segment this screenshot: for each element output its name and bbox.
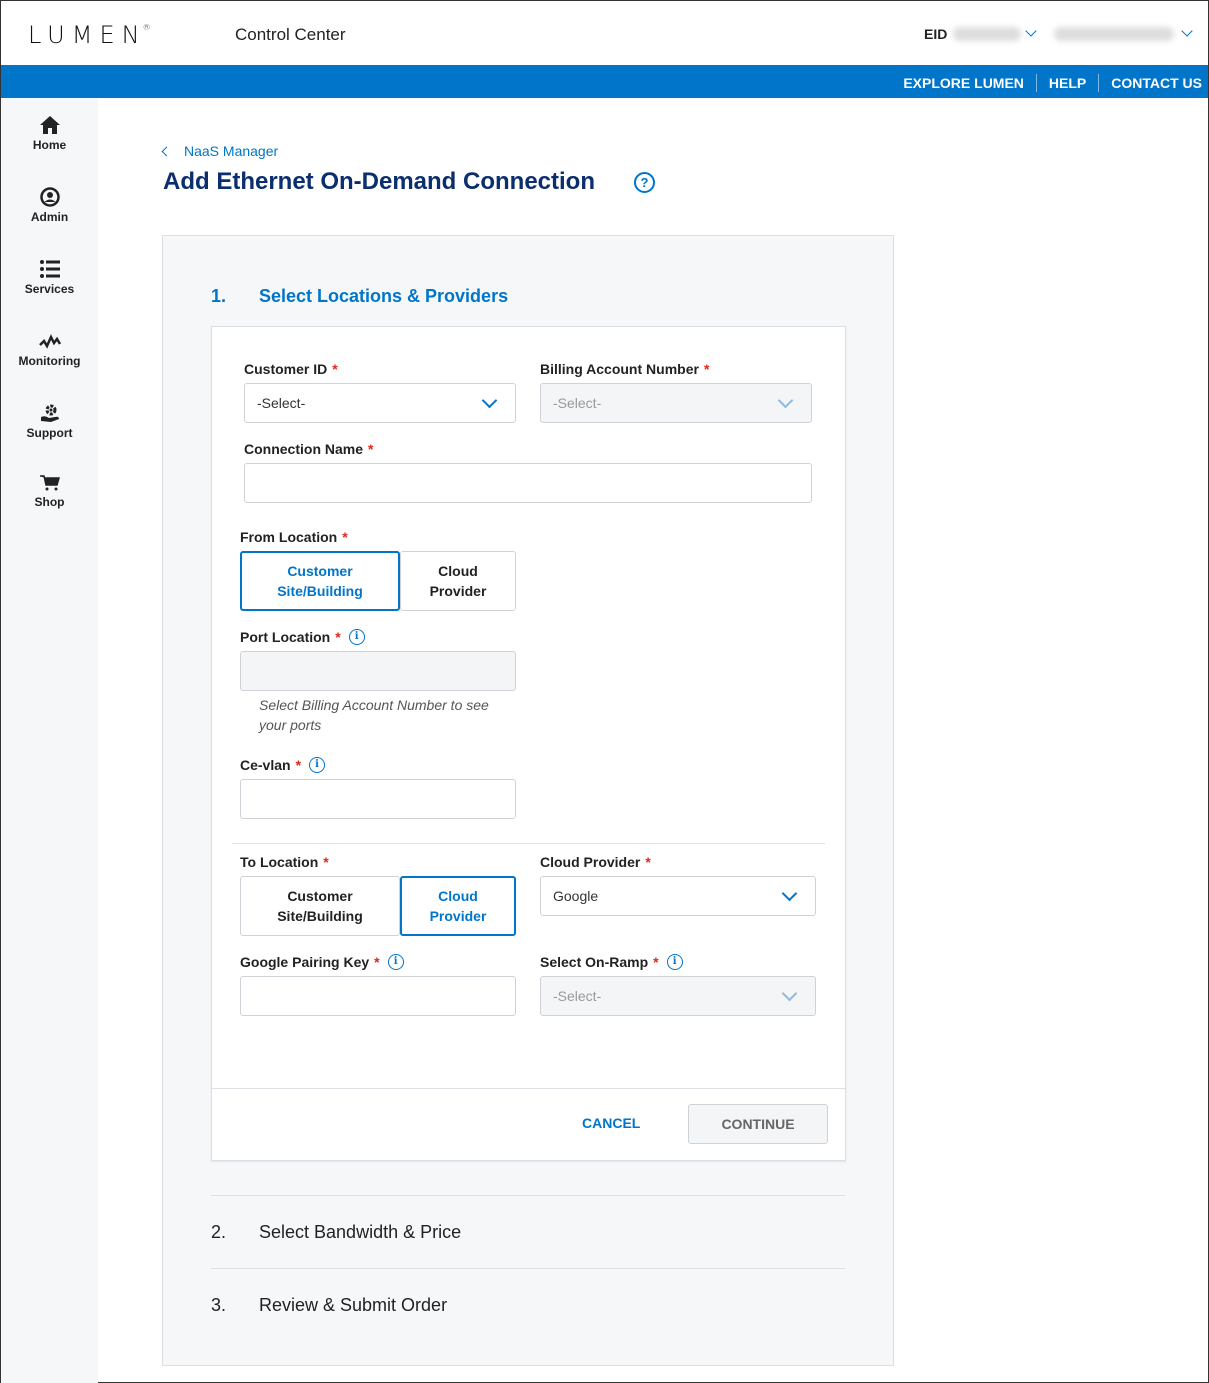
eid-chevron-down-icon[interactable] [1025,25,1037,37]
chevron-left-icon [161,146,172,156]
step-label: Select Locations & Providers [259,286,509,306]
chevron-down-icon [781,985,798,1002]
sidebar-item-label: Shop [34,495,65,509]
pulse-icon [38,334,61,349]
ce-vlan-input[interactable] [240,779,516,819]
cloud-provider-label: Cloud Provider * [540,854,651,870]
step-divider [211,1268,845,1269]
on-ramp-select[interactable]: -Select- [540,976,816,1016]
billing-account-select[interactable]: -Select- [540,383,812,423]
sidebar-item-label: Services [24,282,75,296]
step-label: Select Bandwidth & Price [259,1222,462,1242]
user-icon [39,187,60,207]
on-ramp-label: Select On-Ramp * i [540,954,683,970]
info-icon[interactable]: i [666,954,683,970]
user-menu-chevron-down-icon[interactable] [1181,25,1193,37]
breadcrumb[interactable]: NaaS Manager [161,143,278,159]
port-location-input[interactable] [240,651,516,691]
chevron-down-icon [481,392,498,409]
sidebar-item-admin[interactable]: Admin [1,187,98,224]
sidebar-item-label: Admin [30,210,69,224]
registered-mark: ® [142,23,151,32]
support-icon [40,404,59,422]
explore-lumen-link[interactable]: EXPLORE LUMEN [903,75,1024,91]
card-footer-divider [212,1088,845,1089]
eid-value-redacted[interactable] [953,27,1021,41]
chevron-down-icon [781,885,798,902]
chevron-down-icon [777,392,794,409]
page-title: Add Ethernet On-Demand Connection [163,168,595,195]
from-customer-site-toggle[interactable]: Customer Site/Building [240,551,400,611]
help-link[interactable]: HELP [1049,75,1086,91]
port-location-hint: Select Billing Account Number to see you… [259,697,489,733]
step-label: Review & Submit Order [259,1295,448,1315]
breadcrumb-naas-manager[interactable]: NaaS Manager [184,143,278,159]
required-mark: * [653,954,659,970]
sidebar-item-home[interactable]: Home [1,115,98,152]
required-mark: * [374,954,380,970]
from-cloud-provider-toggle[interactable]: Cloud Provider [400,551,516,611]
to-location-label: To Location * [240,854,329,870]
customer-id-label: Customer ID * [244,361,338,377]
connection-name-label: Connection Name * [244,441,374,457]
contact-us-link[interactable]: CONTACT US [1111,75,1202,91]
info-icon[interactable]: i [309,757,326,773]
customer-id-value: -Select- [257,395,306,411]
sidebar-item-label: Monitoring [18,354,81,368]
pairing-key-label: Google Pairing Key * i [240,954,404,970]
from-location-label: From Location * [240,529,348,545]
side-nav: Home Admin Services Monitoring Support S… [1,98,98,1383]
to-customer-site-toggle[interactable]: Customer Site/Building [240,876,400,936]
info-icon[interactable]: i [387,954,404,970]
required-mark: * [342,529,348,545]
step-number: 1. [211,286,227,306]
cancel-button[interactable]: CANCEL [582,1115,640,1131]
eid-label: EID [924,26,948,42]
cloud-provider-value: Google [553,888,599,904]
section-divider [232,843,825,844]
pairing-key-input[interactable] [240,976,516,1016]
home-icon [39,116,60,134]
sidebar-item-services[interactable]: Services [1,259,98,296]
lumen-logo[interactable]: LUMEN® [28,21,155,49]
required-mark: * [323,854,329,870]
required-mark: * [332,361,338,377]
port-location-label: Port Location * i [240,629,365,645]
sidebar-item-shop[interactable]: Shop [1,474,98,509]
info-icon[interactable]: i [348,629,365,645]
customer-id-select[interactable]: -Select- [244,383,516,423]
divider [1035,74,1037,92]
list-icon [39,260,60,278]
top-header: LUMEN® Control Center EID [1,1,1208,65]
billing-account-label: Billing Account Number * [540,361,710,377]
required-mark: * [295,757,302,773]
required-mark: * [703,361,710,377]
required-mark: * [335,629,341,645]
cloud-provider-select[interactable]: Google [540,876,816,916]
user-menu-redacted[interactable] [1054,27,1174,41]
help-icon[interactable]: ? [634,172,655,193]
app-title: Control Center [235,25,346,44]
step-divider [211,1195,845,1196]
step-number: 3. [211,1295,227,1315]
on-ramp-value: -Select- [553,988,602,1004]
step-number: 2. [211,1222,227,1242]
required-mark: * [645,854,651,870]
connection-name-input[interactable] [244,463,812,503]
logo-text: LUMEN [28,21,147,49]
cart-icon [39,475,60,491]
divider [1098,74,1100,92]
sidebar-item-support[interactable]: Support [1,403,98,440]
sidebar-item-monitoring[interactable]: Monitoring [1,331,98,368]
ce-vlan-label: Ce-vlan * i [240,757,326,773]
sidebar-item-label: Home [32,138,67,152]
continue-button[interactable]: CONTINUE [688,1104,828,1144]
to-cloud-provider-toggle[interactable]: Cloud Provider [400,876,516,936]
required-mark: * [368,441,374,457]
utility-bar: EXPLORE LUMEN HELP CONTACT US [1,65,1208,98]
billing-account-value: -Select- [553,395,602,411]
sidebar-item-label: Support [26,426,73,440]
